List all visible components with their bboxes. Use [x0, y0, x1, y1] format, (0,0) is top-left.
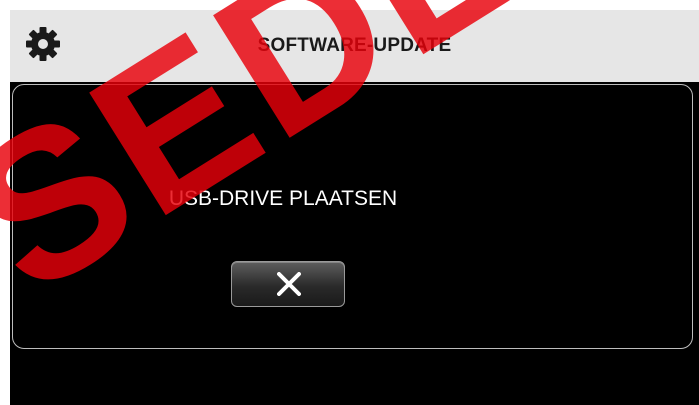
close-button[interactable]	[231, 261, 345, 307]
close-icon	[277, 272, 301, 296]
page-title: SOFTWARE-UPDATE	[257, 35, 452, 56]
title-bar: SOFTWARE-UPDATE	[10, 10, 699, 82]
insert-usb-dialog: USB-DRIVE PLAATSEN	[12, 84, 693, 349]
update-screen: SOFTWARE-UPDATE USB-DRIVE PLAATSEN	[10, 10, 699, 405]
gear-icon[interactable]	[24, 25, 62, 63]
dialog-message: USB-DRIVE PLAATSEN	[168, 187, 398, 210]
